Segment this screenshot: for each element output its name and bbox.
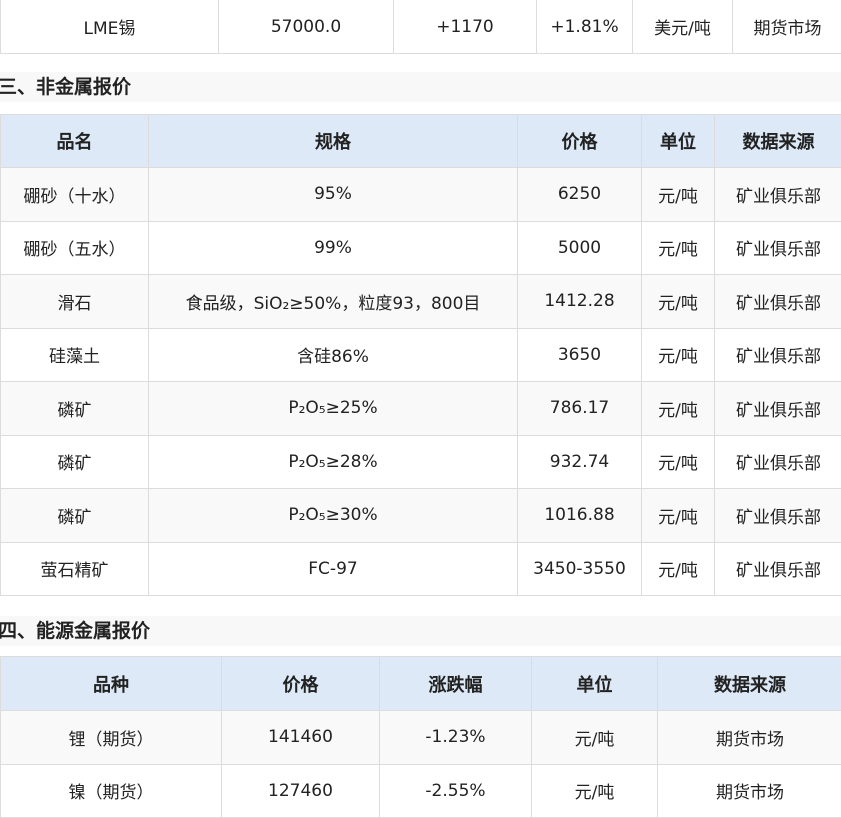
cell-change: +1170 (394, 0, 537, 54)
cell-spec: P₂O₅≥25% (149, 382, 518, 436)
cell-price: 127460 (222, 764, 380, 818)
cell-source: 矿业俱乐部 (715, 221, 841, 275)
header-name: 品名 (1, 115, 149, 168)
header-unit: 单位 (642, 115, 715, 168)
header-price: 价格 (518, 115, 642, 168)
cell-unit: 元/吨 (642, 542, 715, 596)
cell-source: 矿业俱乐部 (715, 168, 841, 222)
cell-price: 1016.88 (518, 489, 642, 543)
cell-name: 硅藻土 (1, 328, 149, 382)
cell-price: 141460 (222, 711, 380, 765)
cell-source: 矿业俱乐部 (715, 435, 841, 489)
cell-variety: 锂（期货） (1, 711, 222, 765)
table-row: 锂（期货） 141460 -1.23% 元/吨 期货市场 (1, 711, 841, 765)
section-title-energy-metal: 四、能源金属报价 (0, 616, 841, 646)
table-row: 镍（期货） 127460 -2.55% 元/吨 期货市场 (1, 764, 841, 818)
cell-source: 矿业俱乐部 (715, 489, 841, 543)
table-row: LME锡 57000.0 +1170 +1.81% 美元/吨 期货市场 (1, 0, 841, 54)
cell-price: 5000 (518, 221, 642, 275)
cell-change-pct: -1.23% (380, 711, 532, 765)
header-variety: 品种 (1, 657, 222, 711)
table-row: 硼砂（十水） 95% 6250 元/吨 矿业俱乐部 (1, 168, 841, 222)
cell-spec: 含硅86% (149, 328, 518, 382)
nonmetal-price-table: 品名 规格 价格 单位 数据来源 硼砂（十水） 95% 6250 元/吨 矿业俱… (0, 114, 841, 596)
cell-spec: P₂O₅≥28% (149, 435, 518, 489)
cell-unit: 元/吨 (642, 275, 715, 329)
cell-name: 滑石 (1, 275, 149, 329)
cell-spec: 食品级，SiO₂≥50%，粒度93，800目 (149, 275, 518, 329)
cell-price: 3650 (518, 328, 642, 382)
cell-name: 磷矿 (1, 435, 149, 489)
cell-source: 期货市场 (733, 0, 841, 54)
cell-variety: 镍（期货） (1, 764, 222, 818)
header-price: 价格 (222, 657, 380, 711)
cell-spec: P₂O₅≥30% (149, 489, 518, 543)
header-unit: 单位 (532, 657, 658, 711)
cell-name: 萤石精矿 (1, 542, 149, 596)
cell-change-pct: -2.55% (380, 764, 532, 818)
cell-unit: 元/吨 (642, 435, 715, 489)
header-change-pct: 涨跌幅 (380, 657, 532, 711)
energy-metal-price-table: 品种 价格 涨跌幅 单位 数据来源 锂（期货） 141460 -1.23% 元/… (0, 656, 841, 818)
cell-name: 硼砂（十水） (1, 168, 149, 222)
cell-price: 1412.28 (518, 275, 642, 329)
cell-unit: 元/吨 (532, 764, 658, 818)
cell-price: 6250 (518, 168, 642, 222)
cell-price: 3450-3550 (518, 542, 642, 596)
header-source: 数据来源 (715, 115, 841, 168)
cell-price: 932.74 (518, 435, 642, 489)
table-row: 磷矿 P₂O₅≥25% 786.17 元/吨 矿业俱乐部 (1, 382, 841, 436)
cell-source: 矿业俱乐部 (715, 542, 841, 596)
cell-unit: 美元/吨 (633, 0, 733, 54)
cell-unit: 元/吨 (642, 221, 715, 275)
table-row: 磷矿 P₂O₅≥28% 932.74 元/吨 矿业俱乐部 (1, 435, 841, 489)
cell-price: 786.17 (518, 382, 642, 436)
table-row: 滑石 食品级，SiO₂≥50%，粒度93，800目 1412.28 元/吨 矿业… (1, 275, 841, 329)
cell-name: LME锡 (1, 0, 219, 54)
cell-change-pct: +1.81% (537, 0, 633, 54)
cell-name: 磷矿 (1, 489, 149, 543)
cell-name: 硼砂（五水） (1, 221, 149, 275)
cell-unit: 元/吨 (642, 489, 715, 543)
table-row: 硼砂（五水） 99% 5000 元/吨 矿业俱乐部 (1, 221, 841, 275)
cell-unit: 元/吨 (532, 711, 658, 765)
cell-spec: 95% (149, 168, 518, 222)
lme-price-table: LME锡 57000.0 +1170 +1.81% 美元/吨 期货市场 (0, 0, 841, 54)
cell-source: 期货市场 (658, 764, 841, 818)
cell-source: 矿业俱乐部 (715, 275, 841, 329)
cell-name: 磷矿 (1, 382, 149, 436)
cell-price: 57000.0 (219, 0, 394, 54)
section-title-nonmetal: 三、非金属报价 (0, 72, 841, 102)
cell-unit: 元/吨 (642, 168, 715, 222)
table-header-row: 品名 规格 价格 单位 数据来源 (1, 115, 841, 168)
table-header-row: 品种 价格 涨跌幅 单位 数据来源 (1, 657, 841, 711)
cell-unit: 元/吨 (642, 382, 715, 436)
cell-unit: 元/吨 (642, 328, 715, 382)
table-row: 磷矿 P₂O₅≥30% 1016.88 元/吨 矿业俱乐部 (1, 489, 841, 543)
cell-source: 矿业俱乐部 (715, 328, 841, 382)
header-spec: 规格 (149, 115, 518, 168)
cell-source: 矿业俱乐部 (715, 382, 841, 436)
cell-source: 期货市场 (658, 711, 841, 765)
cell-spec: FC-97 (149, 542, 518, 596)
table-row: 硅藻土 含硅86% 3650 元/吨 矿业俱乐部 (1, 328, 841, 382)
cell-spec: 99% (149, 221, 518, 275)
header-source: 数据来源 (658, 657, 841, 711)
table-row: 萤石精矿 FC-97 3450-3550 元/吨 矿业俱乐部 (1, 542, 841, 596)
